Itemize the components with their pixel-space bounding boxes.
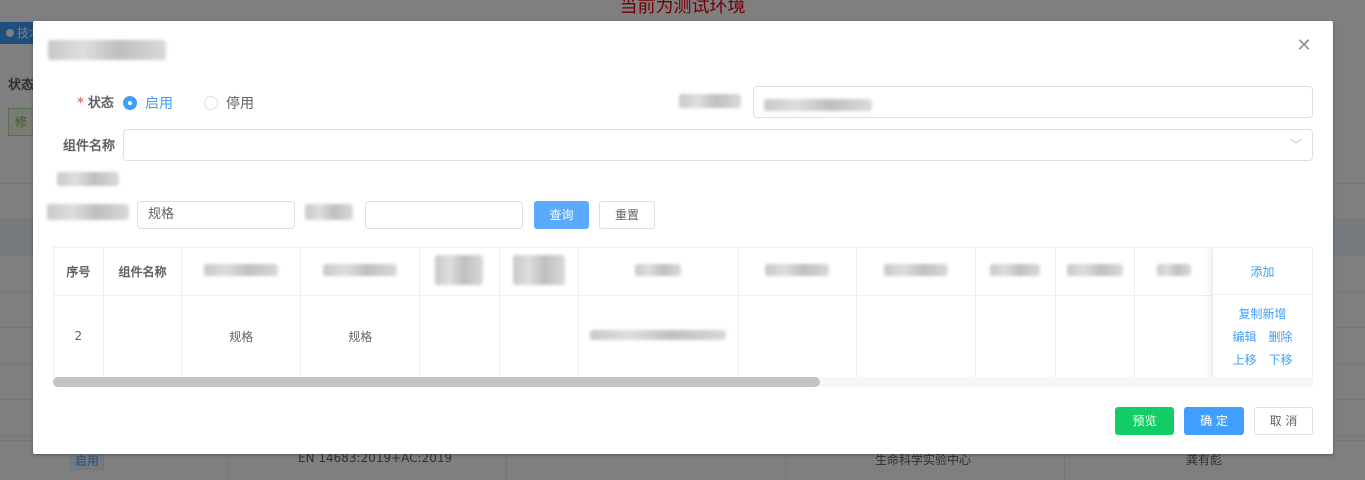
close-icon[interactable]: ✕: [1295, 37, 1313, 55]
status-label-text: 状态: [87, 96, 114, 111]
horizontal-scrollbar[interactable]: [53, 377, 1313, 387]
search-input[interactable]: 规格: [137, 201, 295, 229]
cell-empty: [499, 295, 580, 378]
redacted-search-label-2: [305, 204, 353, 220]
edit-link[interactable]: 编辑: [1232, 328, 1256, 345]
delete-link[interactable]: 删除: [1269, 328, 1293, 345]
move-up-link[interactable]: 上移: [1232, 351, 1256, 368]
redacted-search-label: [47, 204, 129, 220]
cancel-button[interactable]: 取 消: [1254, 407, 1313, 435]
edit-dialog: ✕ * 状态 启用 停用 组件名称 ﹀ 规格 查询 重置 序号 组件名称 2 规…: [33, 21, 1333, 454]
cell-empty: [419, 295, 500, 378]
component-name-select[interactable]: ﹀: [123, 129, 1313, 161]
radio-enabled[interactable]: 启用: [123, 93, 173, 113]
cell-redacted: [578, 295, 739, 378]
query-button[interactable]: 查询: [534, 201, 589, 229]
preview-button[interactable]: 预览: [1115, 407, 1174, 435]
cell-index: 2: [54, 295, 104, 378]
reset-button[interactable]: 重置: [599, 201, 655, 229]
cell-col4: 规格: [300, 295, 421, 378]
redacted-value: [764, 99, 872, 111]
components-table: 序号 组件名称 2 规格 规格 添加 复制新增 编辑 删除 上移 下移: [53, 247, 1313, 387]
add-link[interactable]: 添加: [1250, 263, 1274, 280]
dialog-title-redacted: [48, 40, 166, 60]
copy-add-link[interactable]: 复制新增: [1238, 305, 1286, 322]
row-actions: 复制新增 编辑 删除 上移 下移: [1213, 295, 1312, 368]
redacted-label: [679, 94, 741, 108]
redacted-section-label: [57, 172, 119, 186]
header-index: 序号: [54, 248, 104, 296]
radio-disabled[interactable]: 停用: [204, 93, 254, 113]
header-redacted: [856, 248, 977, 296]
table-grid: 序号 组件名称 2 规格 规格: [54, 248, 1312, 378]
header-redacted: [1055, 248, 1136, 296]
cell-empty: [1134, 295, 1215, 378]
header-redacted: [1134, 248, 1215, 296]
cell-empty: [1055, 295, 1136, 378]
search-input-value: 规格: [148, 207, 175, 222]
redacted-input[interactable]: [753, 86, 1313, 118]
header-component-name: 组件名称: [103, 248, 183, 296]
header-redacted: [499, 248, 580, 296]
status-label: * 状态: [77, 92, 114, 111]
row-actions-pair: 上移 下移: [1232, 351, 1292, 368]
cell-empty: [856, 295, 977, 378]
component-name-label: 组件名称: [63, 139, 116, 154]
actions-column: 添加 复制新增 编辑 删除 上移 下移: [1212, 248, 1312, 386]
search-input-2[interactable]: [365, 201, 523, 229]
radio-enabled-label: 启用: [145, 96, 173, 112]
header-redacted: [419, 248, 500, 296]
header-redacted: [578, 248, 739, 296]
row-actions-pair: 编辑 删除: [1232, 328, 1292, 345]
cell-col3: 规格: [181, 295, 302, 378]
table-header-row: 序号 组件名称: [54, 248, 1312, 296]
header-redacted: [738, 248, 858, 296]
header-redacted: [181, 248, 302, 296]
required-asterisk: *: [77, 96, 84, 111]
radio-disabled-label: 停用: [226, 96, 254, 112]
table-row: 2 规格 规格: [54, 295, 1312, 378]
cell-component-name: [103, 295, 183, 378]
chevron-down-icon: ﹀: [1290, 138, 1303, 152]
radio-checked-icon: [123, 96, 137, 110]
actions-header: 添加: [1213, 248, 1312, 295]
scrollbar-thumb[interactable]: [53, 377, 820, 387]
move-down-link[interactable]: 下移: [1269, 351, 1293, 368]
cell-empty: [975, 295, 1056, 378]
radio-unchecked-icon: [204, 96, 218, 110]
confirm-button[interactable]: 确 定: [1184, 407, 1244, 435]
header-redacted: [975, 248, 1056, 296]
header-redacted: [300, 248, 421, 296]
cell-empty: [738, 295, 858, 378]
